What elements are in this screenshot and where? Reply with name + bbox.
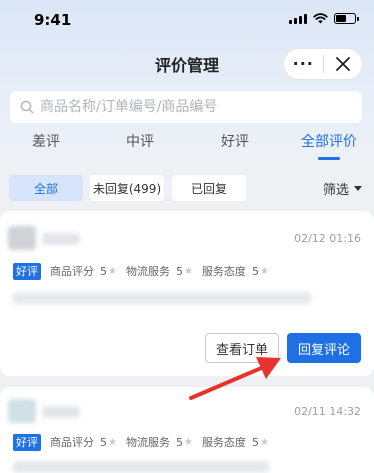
- rating-service: 服务态度 5 ★: [202, 434, 269, 450]
- review-type-badge: 好评: [13, 433, 41, 451]
- chip-unreplied[interactable]: 未回复(499): [90, 175, 164, 201]
- status-bar: 9:41: [0, 0, 374, 44]
- review-date: 02/11 14:32: [294, 405, 361, 418]
- rating-score: 5: [251, 264, 259, 278]
- more-icon[interactable]: ···: [284, 49, 323, 79]
- star-icon: ★: [183, 265, 193, 277]
- filter-label: 筛选: [322, 183, 349, 198]
- rating-score: 5: [100, 435, 107, 449]
- rating-score: 5: [175, 264, 183, 278]
- reviewer-avatar: [8, 226, 36, 250]
- tab-negative[interactable]: 差评: [32, 131, 60, 151]
- active-tab-indicator: [318, 157, 340, 160]
- status-icons: [289, 13, 359, 24]
- dropdown-triangle-icon: [354, 186, 362, 191]
- rating-product: 商品评分 5 ★: [50, 263, 117, 279]
- rating-product: 商品评分 5 ★: [50, 434, 117, 450]
- mini-program-capsule: ···: [283, 48, 363, 80]
- review-card: 02/11 14:32 好评 商品评分 5 ★ 物流服务 5 ★ 服务态度 5 …: [0, 387, 374, 473]
- tab-neutral[interactable]: 中评: [126, 131, 154, 151]
- reviewer-name: [42, 406, 80, 418]
- review-card: 02/12 01:16 好评 商品评分 5 ★ 物流服务 5 ★ 服务态度 5 …: [0, 211, 374, 376]
- review-type-badge: 好评: [13, 262, 41, 280]
- button-label: 回复评论: [297, 342, 350, 358]
- battery-icon: [334, 13, 359, 24]
- rating-label: 商品评分: [50, 265, 94, 278]
- rating-score: 5: [100, 264, 107, 278]
- reviewer-avatar: [8, 399, 36, 423]
- rating-logistics: 物流服务 5 ★: [126, 434, 193, 450]
- rating-score: 5: [251, 435, 259, 449]
- view-order-button[interactable]: 查看订单: [205, 333, 279, 363]
- rating-row: 好评 商品评分 5 ★ 物流服务 5 ★ 服务态度 5 ★: [13, 262, 269, 280]
- star-icon: ★: [259, 265, 269, 277]
- search-icon: [20, 100, 34, 114]
- rating-label: 物流服务: [125, 436, 170, 449]
- rating-logistics: 物流服务 5 ★: [126, 263, 193, 279]
- reply-review-button[interactable]: 回复评论: [287, 333, 361, 363]
- chip-label: 已回复: [190, 181, 227, 196]
- review-date: 02/12 01:16: [294, 232, 361, 245]
- star-icon: ★: [108, 436, 117, 448]
- filter-row: 全部 未回复(499) 已回复 筛选: [0, 175, 374, 201]
- tab-label: 全部评价: [301, 134, 357, 150]
- filter-button[interactable]: 筛选: [323, 179, 362, 198]
- star-icon: ★: [108, 265, 117, 277]
- rating-service: 服务态度 5 ★: [202, 263, 269, 279]
- rating-label: 服务态度: [201, 436, 246, 449]
- star-icon: ★: [259, 436, 269, 448]
- chip-replied[interactable]: 已回复: [172, 175, 246, 201]
- rating-label: 商品评分: [50, 436, 94, 449]
- tab-label: 好评: [221, 134, 249, 150]
- chip-label: 全部: [33, 181, 58, 196]
- chip-label: 未回复(499): [92, 181, 162, 196]
- tab-label: 中评: [126, 134, 154, 150]
- star-icon: ★: [183, 436, 193, 448]
- button-label: 查看订单: [215, 342, 268, 358]
- tab-positive[interactable]: 好评: [221, 131, 249, 151]
- review-content: [12, 292, 312, 304]
- rating-label: 服务态度: [201, 265, 246, 278]
- close-button[interactable]: [324, 49, 363, 79]
- search-bar[interactable]: [10, 91, 362, 123]
- search-input[interactable]: [40, 99, 362, 115]
- review-type-tabs: 差评 中评 好评 全部评价: [0, 131, 374, 165]
- tab-all[interactable]: 全部评价: [301, 131, 357, 160]
- rating-row: 好评 商品评分 5 ★ 物流服务 5 ★ 服务态度 5 ★: [13, 433, 269, 451]
- rating-score: 5: [175, 435, 183, 449]
- wifi-icon: [313, 13, 328, 24]
- rating-label: 物流服务: [125, 265, 170, 278]
- close-icon: [335, 57, 350, 71]
- status-time: 9:41: [34, 11, 72, 29]
- review-content: [12, 461, 270, 473]
- signal-icon: [289, 13, 307, 24]
- tab-label: 差评: [32, 134, 60, 150]
- reviewer-name: [42, 233, 80, 245]
- chip-all[interactable]: 全部: [9, 175, 83, 201]
